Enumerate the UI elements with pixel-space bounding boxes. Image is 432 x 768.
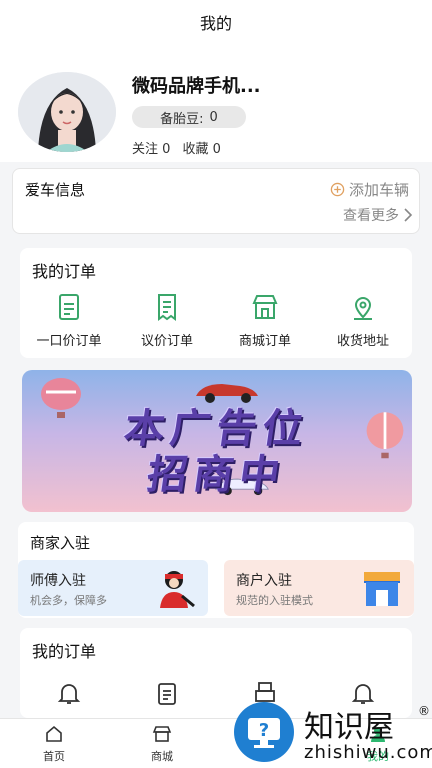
chevron-right-icon <box>404 208 413 222</box>
mechanic-icon <box>160 571 195 608</box>
follow-count: 0 <box>162 142 171 157</box>
add-car-label: 添加车辆 <box>348 181 409 199</box>
orders-title: 我的订单 <box>32 642 97 661</box>
order-item-label: 商城订单 <box>238 334 291 349</box>
profile-stats: 关注 0 收藏 0 <box>132 138 221 157</box>
watermark: ? 知识屋 ® zhishiwu.com <box>232 696 432 768</box>
technician-join-card[interactable]: 师傅入驻 机会多，保障多 <box>18 560 208 616</box>
card-subtitle: 机会多，保障多 <box>30 594 107 607</box>
monitor-question-icon: ? <box>234 702 294 762</box>
order-item-label: 一口价订单 <box>36 334 102 349</box>
order-mall[interactable]: 商城订单 <box>216 292 314 349</box>
orders-card: 我的订单 一口价订单 议价订单 商城订单 收货地址 <box>20 248 412 358</box>
favorite-label: 收藏 <box>182 142 209 157</box>
username: 微码品牌手机... <box>132 76 261 97</box>
document-icon <box>59 294 79 320</box>
watermark-brand: 知识屋 <box>304 710 394 745</box>
points-label: 备胎豆: <box>160 111 204 127</box>
view-more-link[interactable]: 查看更多 <box>343 205 413 225</box>
location-icon <box>354 297 372 320</box>
watermark-registered: ® <box>418 704 430 718</box>
avatar[interactable] <box>18 72 116 152</box>
card-subtitle: 规范的入驻模式 <box>236 594 313 607</box>
orders-title: 我的订单 <box>32 262 97 281</box>
car-info-title: 爱车信息 <box>25 181 86 199</box>
order-item-label: 议价订单 <box>140 334 193 349</box>
tab-label: 首页 <box>43 749 65 763</box>
watermark-url: zhishiwu.com <box>304 742 432 763</box>
card-title: 师傅入驻 <box>30 573 86 589</box>
order-fixed-price[interactable]: 一口价订单 <box>20 292 118 349</box>
add-car-button[interactable]: 添加车辆 <box>330 179 409 200</box>
points-value: 0 <box>209 109 218 125</box>
clipboard-icon[interactable] <box>118 680 216 706</box>
receipt-icon <box>158 294 176 321</box>
card-title: 商户入驻 <box>236 573 292 589</box>
ad-banner[interactable]: 本广告位 招商中 <box>22 370 412 512</box>
bell-icon[interactable] <box>20 680 118 706</box>
top-bar: 我的 <box>0 0 432 44</box>
tab-mall[interactable]: 商城 <box>108 719 216 768</box>
shop-icon <box>364 572 400 606</box>
merchant-section: 商家入驻 师傅入驻 机会多，保障多 商户入驻 规范的入驻模式 <box>18 522 414 618</box>
favorite-stat[interactable]: 收藏 0 <box>182 138 220 157</box>
view-more-label: 查看更多 <box>343 208 399 224</box>
tab-label: 商城 <box>151 749 173 763</box>
order-negotiated[interactable]: 议价订单 <box>118 292 216 349</box>
tab-home[interactable]: 首页 <box>0 719 108 768</box>
points-badge[interactable]: 备胎豆: 0 <box>132 106 246 128</box>
car-info-card: 爱车信息 添加车辆 查看更多 <box>12 168 420 234</box>
page-title: 我的 <box>199 14 232 33</box>
merchant-join-card[interactable]: 商户入驻 规范的入驻模式 <box>224 560 414 616</box>
shipping-address[interactable]: 收货地址 <box>314 292 412 349</box>
plus-circle-icon <box>330 182 345 197</box>
follow-label: 关注 <box>132 142 159 157</box>
follow-stat[interactable]: 关注 0 <box>132 138 170 157</box>
merchant-title: 商家入驻 <box>30 534 91 552</box>
favorite-count: 0 <box>212 142 221 157</box>
home-icon <box>46 725 62 742</box>
store-icon <box>252 295 278 319</box>
banner-subheadline: 招商中 <box>144 452 289 498</box>
svg-text:?: ? <box>259 720 269 741</box>
store-icon <box>152 725 172 742</box>
order-item-label: 收货地址 <box>336 334 389 349</box>
profile-section: 微码品牌手机... 备胎豆: 0 关注 0 收藏 0 <box>0 44 432 162</box>
